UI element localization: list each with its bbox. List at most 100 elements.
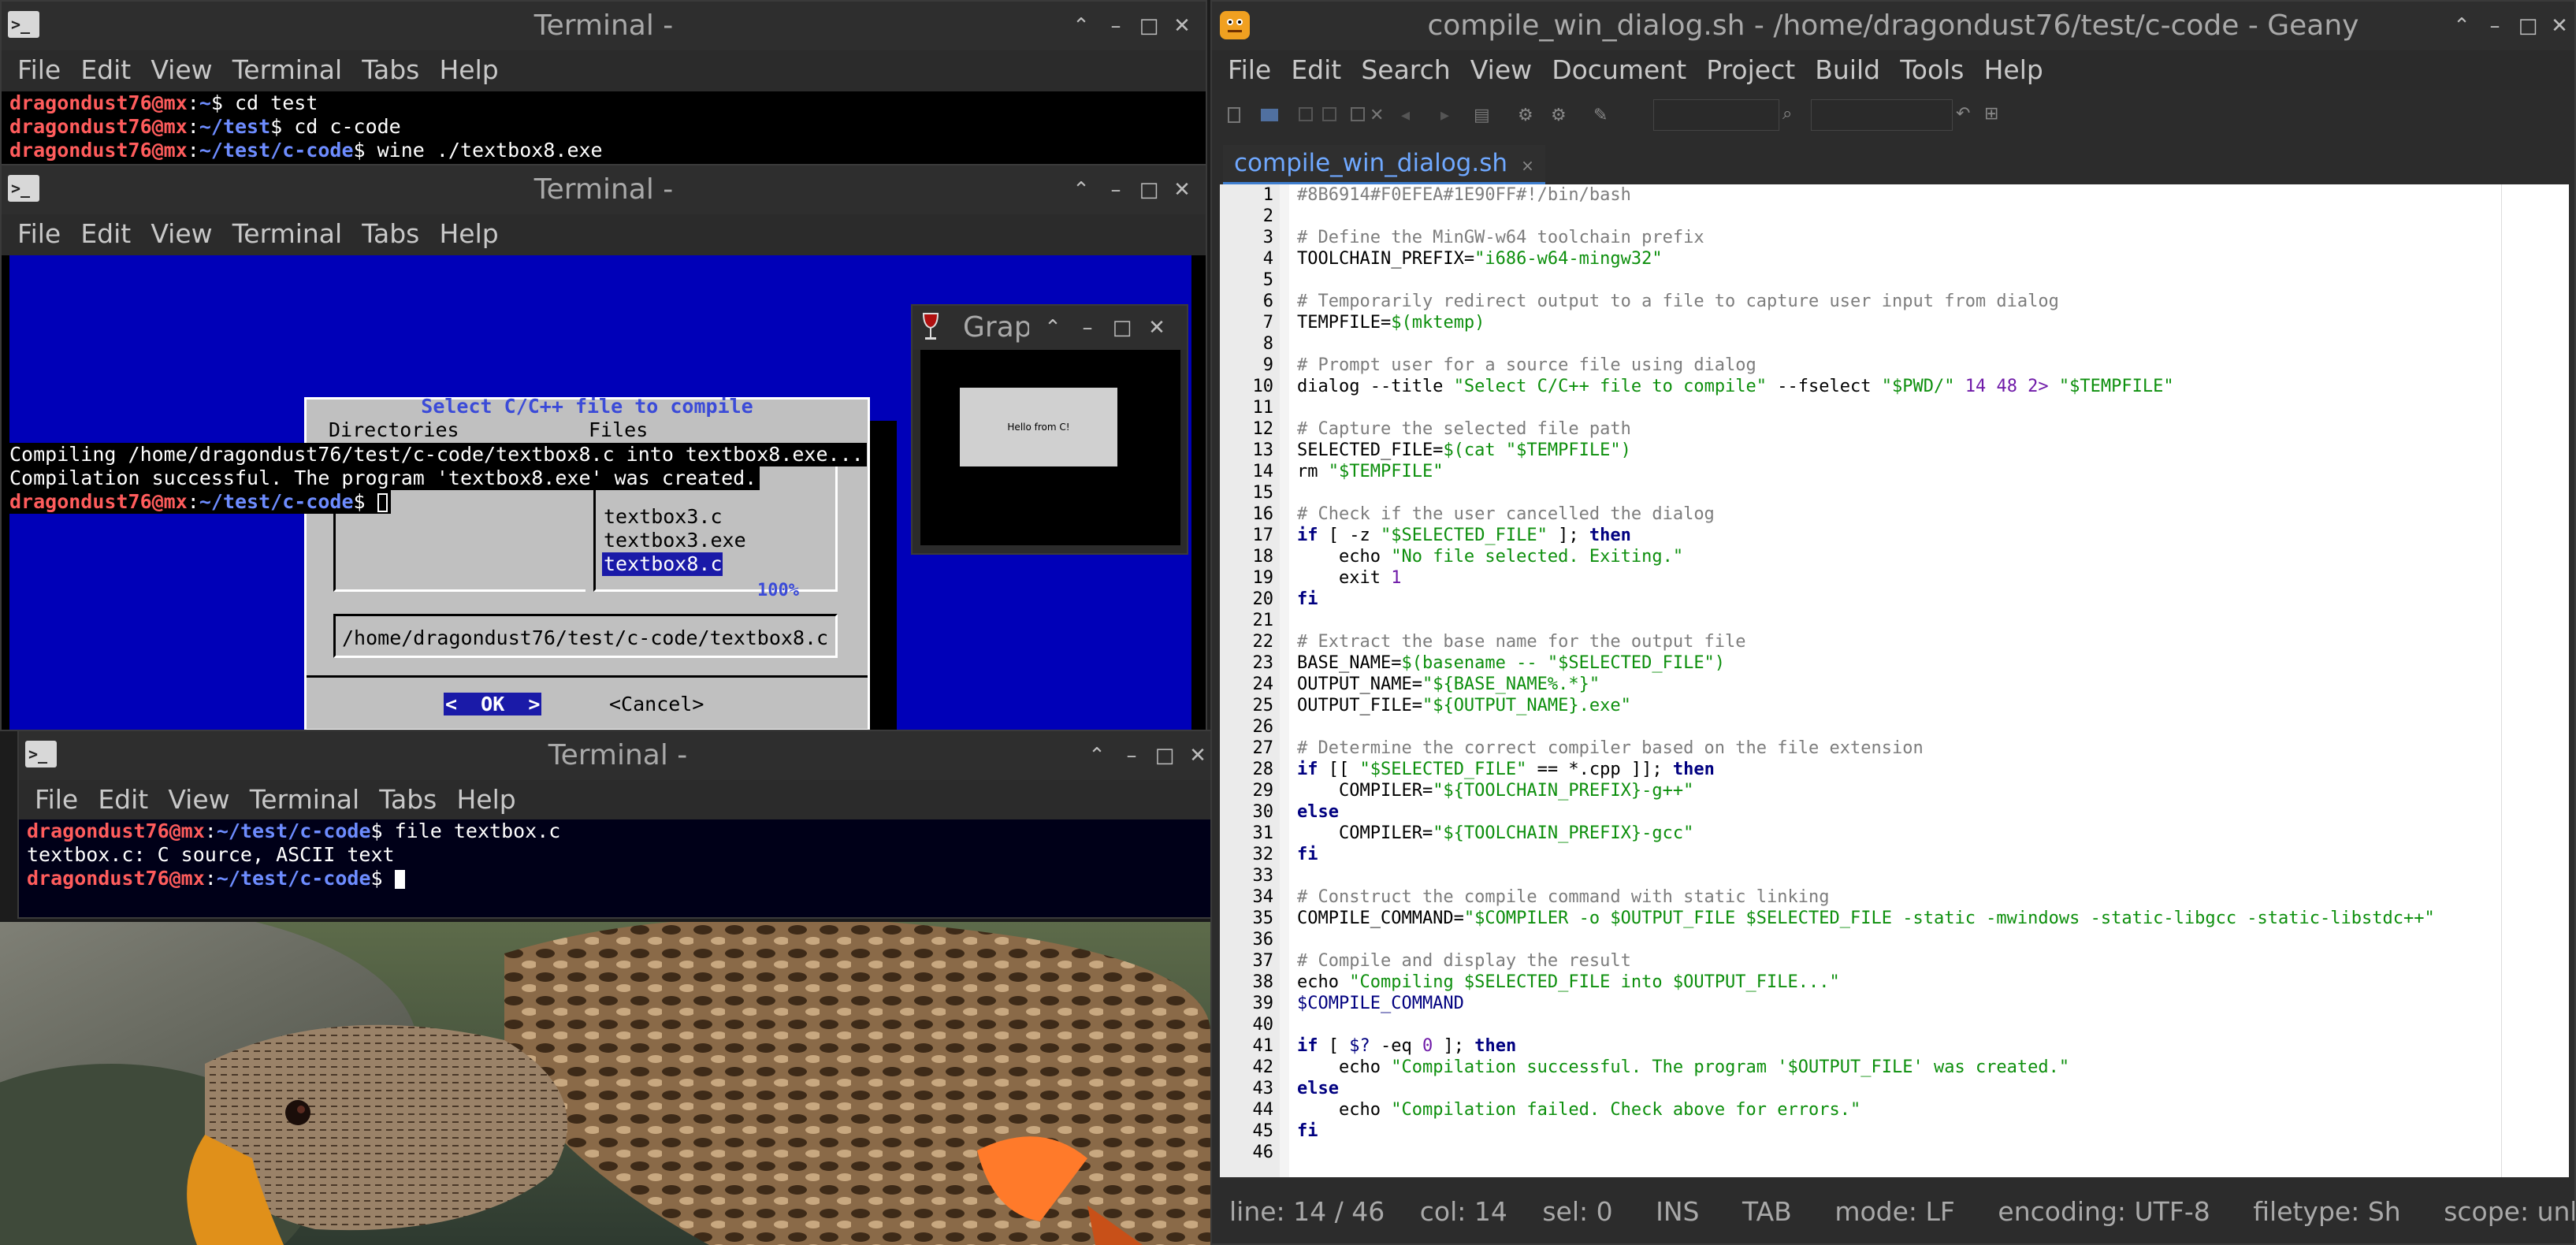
file-item[interactable]: textbox3.exe — [596, 529, 746, 552]
menu-tools[interactable]: Tools — [1900, 50, 1964, 90]
code-line[interactable]: 20 fi — [1220, 589, 2569, 610]
minimize-icon[interactable]: – — [2479, 2, 2511, 50]
quit-icon[interactable]: ⊞ — [1984, 104, 1998, 124]
code-line[interactable]: 43 else — [1220, 1078, 2569, 1099]
menu-terminal[interactable]: Terminal — [232, 50, 342, 90]
code-line[interactable]: 36 — [1220, 929, 2569, 950]
compile-icon[interactable]: ▤ — [1474, 106, 1490, 125]
maximize-icon[interactable]: □ — [2512, 2, 2544, 50]
maximize-icon[interactable]: □ — [1133, 165, 1165, 214]
menu-terminal[interactable]: Terminal — [232, 214, 342, 254]
geany-window[interactable]: compile_win_dialog.sh - /home/dragondust… — [1210, 0, 2576, 1245]
shade-icon[interactable]: ⌃ — [1065, 2, 1097, 50]
menu-file[interactable]: File — [17, 50, 61, 90]
code-line[interactable]: 24 OUTPUT_NAME="${BASE_NAME%.*}" — [1220, 674, 2569, 695]
goto-icon[interactable]: ↶ — [1956, 104, 1970, 124]
menu-tabs[interactable]: Tabs — [362, 50, 419, 90]
code-line[interactable]: 46 — [1220, 1142, 2569, 1163]
code-line[interactable]: 33 — [1220, 865, 2569, 886]
code-line[interactable]: 39 $COMPILE_COMMAND — [1220, 993, 2569, 1014]
code-line[interactable]: 6 # Temporarily redirect output to a file… — [1220, 291, 2569, 312]
terminal-1-titlebar[interactable]: >_ Terminal - ⌃ – □ ✕ — [2, 2, 1206, 50]
menu-edit[interactable]: Edit — [1291, 50, 1341, 90]
file-item[interactable]: textbox3.c — [596, 505, 723, 529]
close-file-icon[interactable]: ✕ — [1370, 106, 1384, 125]
code-line[interactable]: 37 # Compile and display the result — [1220, 950, 2569, 972]
code-line[interactable]: 34 # Construct the compile command with s… — [1220, 886, 2569, 908]
open-file-icon[interactable] — [1261, 109, 1278, 121]
forward-icon[interactable]: ▸ — [1440, 106, 1449, 125]
menu-search[interactable]: Search — [1361, 50, 1450, 90]
menu-help[interactable]: Help — [456, 780, 515, 819]
code-line[interactable]: 12 # Capture the selected file path — [1220, 418, 2569, 440]
menu-tabs[interactable]: Tabs — [379, 780, 437, 819]
tab-close-icon[interactable]: × — [1521, 156, 1534, 175]
menu-edit[interactable]: Edit — [80, 214, 131, 254]
minimize-icon[interactable]: – — [1116, 731, 1147, 780]
save-icon[interactable] — [1299, 107, 1313, 121]
close-icon[interactable]: ✕ — [1141, 306, 1173, 350]
code-line[interactable]: 27 # Determine the correct compiler based… — [1220, 738, 2569, 759]
cancel-button[interactable]: <Cancel> — [609, 693, 704, 715]
code-line[interactable]: 19 exit 1 — [1220, 567, 2569, 589]
menu-tabs[interactable]: Tabs — [362, 214, 419, 254]
file-item-selected[interactable]: textbox8.c — [602, 552, 723, 576]
code-line[interactable]: 11 — [1220, 397, 2569, 418]
maximize-icon[interactable]: □ — [1106, 306, 1138, 350]
terminal-3-titlebar[interactable]: >_ Terminal - ⌃ – □ ✕ — [19, 731, 1217, 780]
code-line[interactable]: 14 rm "$TEMPFILE" — [1220, 461, 2569, 482]
search-field[interactable] — [1653, 99, 1779, 131]
code-line[interactable]: 42 echo "Compilation successful. The pro… — [1220, 1057, 2569, 1078]
terminal-1-output[interactable]: dragondust76@mx:~$ cd test dragondust76@… — [2, 91, 1206, 164]
code-line[interactable]: 2 — [1220, 206, 2569, 227]
code-line[interactable]: 21 — [1220, 610, 2569, 631]
path-field[interactable]: /home/dragondust76/test/c-code/textbox8.… — [333, 614, 838, 658]
geany-titlebar[interactable]: compile_win_dialog.sh - /home/dragondust… — [1212, 2, 2574, 50]
code-line[interactable]: 44 echo "Compilation failed. Check above… — [1220, 1099, 2569, 1120]
menu-document[interactable]: Document — [1552, 50, 1686, 90]
goto-line-field[interactable] — [1811, 99, 1953, 131]
menu-build[interactable]: Build — [1815, 50, 1880, 90]
code-line[interactable]: 23 BASE_NAME=$(basename -- "$SELECTED_FIL… — [1220, 652, 2569, 674]
menu-view[interactable]: View — [168, 780, 229, 819]
shade-icon[interactable]: ⌃ — [1037, 306, 1069, 350]
maximize-icon[interactable]: □ — [1149, 731, 1180, 780]
back-icon[interactable]: ◂ — [1401, 106, 1410, 125]
code-line[interactable]: 17 if [ -z "$SELECTED_FILE" ]; then — [1220, 525, 2569, 546]
code-line[interactable]: 35 COMPILE_COMMAND="$COMPILER -o $OUTPUT_… — [1220, 908, 2569, 929]
code-line[interactable]: 41 if [ $? -eq 0 ]; then — [1220, 1035, 2569, 1057]
hello-button[interactable]: Hello from C! — [960, 388, 1117, 466]
close-icon[interactable]: ✕ — [1182, 731, 1214, 780]
code-line[interactable]: 9 # Prompt user for a source file using d… — [1220, 355, 2569, 376]
minimize-icon[interactable]: – — [1072, 306, 1103, 350]
terminal-window-3[interactable]: >_ Terminal - ⌃ – □ ✕ File Edit View Ter… — [17, 730, 1218, 919]
shade-icon[interactable]: ⌃ — [2446, 2, 2477, 50]
menu-view[interactable]: View — [1470, 50, 1532, 90]
code-line[interactable]: 22 # Extract the base name for the output… — [1220, 631, 2569, 652]
menu-help[interactable]: Help — [439, 50, 498, 90]
menu-file[interactable]: File — [17, 214, 61, 254]
search-icon[interactable]: ⌕ — [1782, 104, 1792, 124]
terminal-window-1[interactable]: >_ Terminal - ⌃ – □ ✕ File Edit View Ter… — [0, 0, 1207, 165]
code-line[interactable]: 30 else — [1220, 801, 2569, 823]
color-chooser-icon[interactable]: ✎ — [1593, 106, 1608, 125]
code-line[interactable]: 38 echo "Compiling $SELECTED_FILE into $O… — [1220, 972, 2569, 993]
code-line[interactable]: 4 TOOLCHAIN_PREFIX="i686-w64-mingw32" — [1220, 248, 2569, 269]
code-line[interactable]: 32 fi — [1220, 844, 2569, 865]
minimize-icon[interactable]: – — [1100, 2, 1132, 50]
build-icon[interactable]: ⚙ — [1518, 106, 1533, 125]
menu-help[interactable]: Help — [439, 214, 498, 254]
code-line[interactable]: 8 — [1220, 333, 2569, 355]
save-all-icon[interactable] — [1322, 107, 1336, 121]
graph-window[interactable]: Graph ⌃ – □ ✕ Hello from C! — [911, 304, 1188, 555]
terminal-2-titlebar[interactable]: >_ Terminal - ⌃ – □ ✕ — [2, 165, 1206, 214]
maximize-icon[interactable]: □ — [1133, 2, 1165, 50]
code-line[interactable]: 13 SELECTED_FILE=$(cat "$TEMPFILE") — [1220, 440, 2569, 461]
code-line[interactable]: 29 COMPILER="${TOOLCHAIN_PREFIX}-g++" — [1220, 780, 2569, 801]
menu-help[interactable]: Help — [1984, 50, 2043, 90]
code-line[interactable]: 18 echo "No file selected. Exiting." — [1220, 546, 2569, 567]
code-line[interactable]: 45 fi — [1220, 1120, 2569, 1142]
terminal-3-output[interactable]: dragondust76@mx:~/test/c-code$ file text… — [19, 819, 1217, 917]
close-icon[interactable]: ✕ — [2544, 2, 2574, 50]
menu-view[interactable]: View — [151, 50, 212, 90]
